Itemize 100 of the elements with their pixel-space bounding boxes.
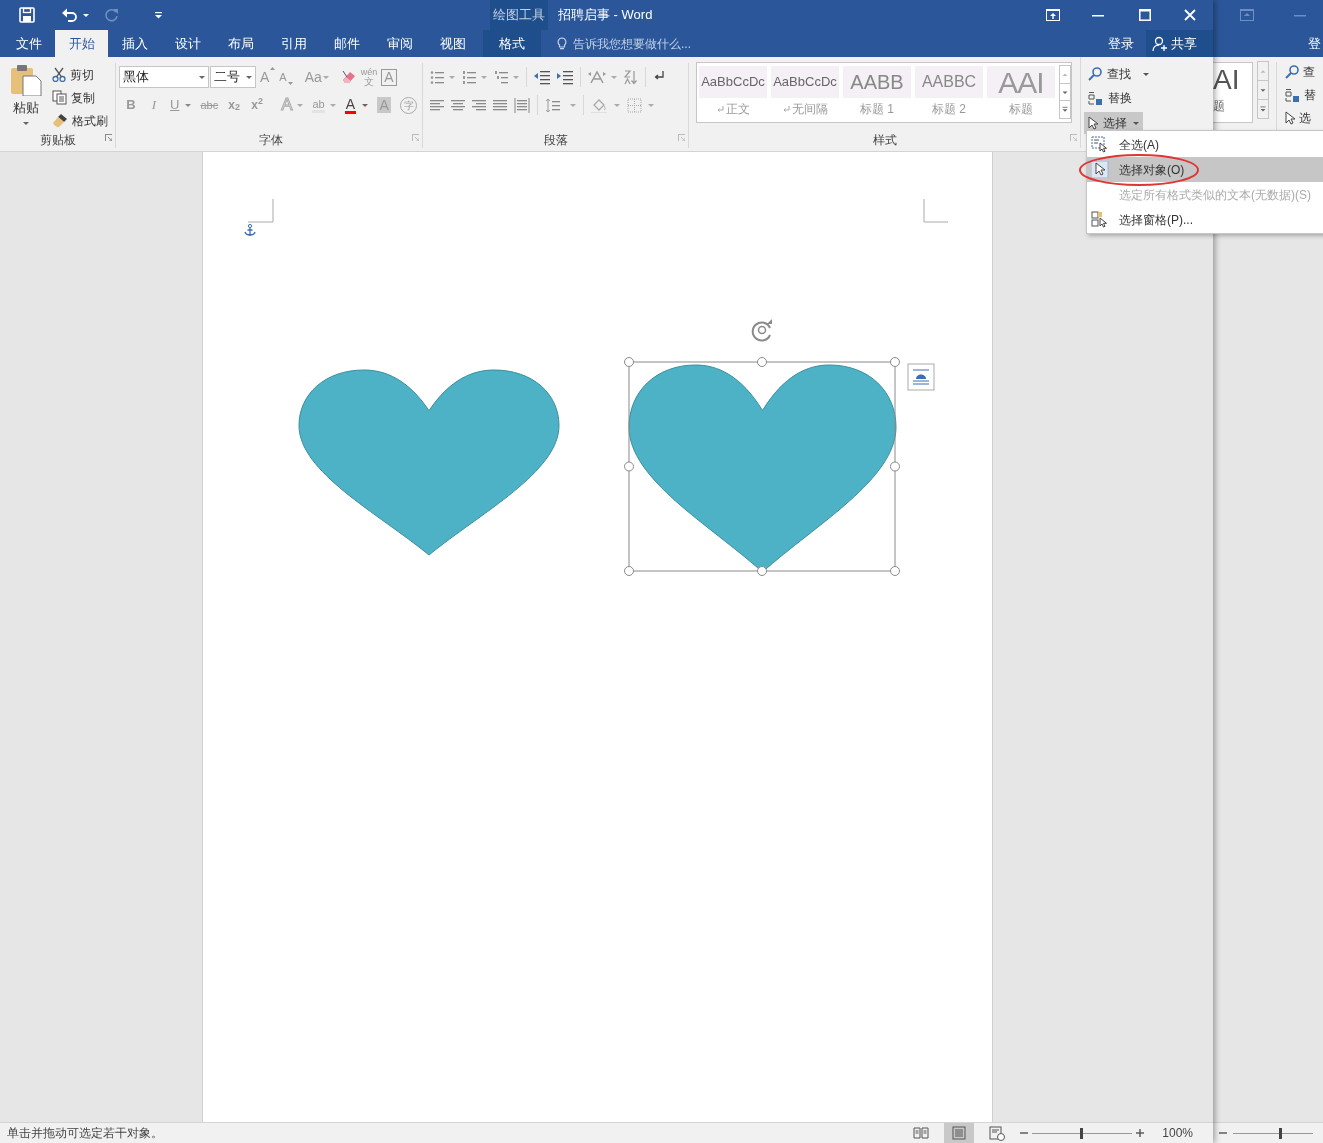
align-right-icon[interactable] <box>472 97 486 113</box>
numbering-icon[interactable] <box>462 69 476 85</box>
search-icon <box>1285 65 1299 79</box>
dialog-launcher-icon[interactable] <box>412 134 419 142</box>
ribbon-tab[interactable]: 格式 <box>483 30 541 57</box>
share-button[interactable]: 共享 <box>1146 30 1213 57</box>
ribbon-tab[interactable]: 视图 <box>426 30 479 57</box>
scissors-icon <box>52 67 66 82</box>
style-name: 正文 <box>716 100 750 118</box>
scroll-down-icon[interactable] <box>1059 82 1071 102</box>
caret-up-icon <box>270 66 276 70</box>
layout-options-icon[interactable] <box>907 363 935 391</box>
increase-indent-icon[interactable] <box>557 69 573 85</box>
font-size-field[interactable]: 二号 <box>210 66 256 88</box>
scroll-up-icon[interactable] <box>1059 65 1071 84</box>
lightbulb-icon <box>557 36 567 51</box>
find-button[interactable]: 查找 <box>1084 63 1153 85</box>
paintbrush-icon <box>52 113 68 128</box>
menu-item[interactable]: 全选(A) <box>1087 132 1323 157</box>
gallery-more-icon[interactable] <box>1059 100 1071 119</box>
multilevel-list-icon[interactable] <box>494 69 508 85</box>
bullets-icon[interactable] <box>430 69 444 85</box>
shading-icon[interactable] <box>591 97 609 113</box>
slider-thumb[interactable] <box>1080 1127 1084 1139</box>
command-label: 选 <box>1299 110 1311 127</box>
select-all-icon <box>1091 136 1109 153</box>
customize-icon[interactable] <box>155 11 162 19</box>
anchor-icon <box>244 223 256 237</box>
window-title: 招聘启事 - Word <box>558 6 653 25</box>
ribbon-options-icon[interactable] <box>1046 9 1060 21</box>
tell-me-field[interactable]: 告诉我您想要做什么... <box>571 33 741 54</box>
font-color-button[interactable]: A <box>344 96 369 114</box>
decrease-indent-icon[interactable] <box>534 69 550 85</box>
maximize-icon[interactable] <box>1139 9 1151 21</box>
format-painter-button[interactable]: 格式刷 <box>50 109 110 132</box>
scroll-down-icon <box>1257 80 1269 100</box>
ribbon-tab[interactable]: 引用 <box>267 30 320 57</box>
ribbon-tab[interactable]: 审阅 <box>373 30 426 57</box>
redo-icon[interactable] <box>105 8 119 22</box>
group-label: 剪贴板 <box>38 132 77 148</box>
search-icon <box>1088 67 1102 81</box>
dialog-launcher-icon[interactable] <box>105 134 112 142</box>
ribbon-options-icon <box>1240 9 1254 21</box>
ribbon-tab[interactable]: 插入 <box>108 30 161 57</box>
corner-mark <box>923 198 949 223</box>
caret-down-icon <box>287 82 293 86</box>
gallery-more-icon <box>1257 99 1269 119</box>
style-name: 题 <box>1213 98 1225 115</box>
ribbon-tab[interactable]: 文件 <box>2 30 55 57</box>
style-name: 无间隔 <box>782 100 828 118</box>
command-label: 查 <box>1303 64 1315 81</box>
sort-icon[interactable] <box>624 69 638 85</box>
group-label: 样式 <box>871 132 898 148</box>
borders-icon[interactable] <box>627 97 643 113</box>
ribbon-tab[interactable]: 设计 <box>161 30 214 57</box>
ribbon-tab[interactable]: 开始 <box>55 30 108 57</box>
eraser-icon[interactable] <box>340 69 357 85</box>
dialog-launcher-icon[interactable] <box>678 134 685 142</box>
copy-icon <box>52 90 67 105</box>
copy-button[interactable]: 复制 <box>50 86 110 109</box>
menu-item[interactable]: 选择对象(O) <box>1087 157 1323 182</box>
view-button[interactable] <box>944 1123 975 1143</box>
distributed-icon[interactable] <box>514 97 530 113</box>
heart-shape[interactable] <box>298 369 560 556</box>
caret-icon <box>199 75 205 79</box>
save-icon[interactable] <box>19 7 35 23</box>
sign-in-link[interactable]: 登录 <box>1108 30 1134 57</box>
replace-button[interactable]: 替换 <box>1084 87 1136 109</box>
ribbon-tab[interactable]: 布局 <box>214 30 267 57</box>
close-icon[interactable] <box>1184 9 1196 21</box>
cut-button[interactable]: 剪切 <box>50 63 110 86</box>
zoom-out-icon[interactable] <box>1020 1129 1029 1137</box>
paste-button[interactable]: 粘贴 <box>8 64 44 132</box>
align-left-icon[interactable] <box>430 97 444 113</box>
zoom-level[interactable]: 100% <box>1162 1124 1193 1142</box>
caret-icon <box>246 75 252 79</box>
replace-icon <box>1285 87 1300 103</box>
zoom-in-icon[interactable] <box>1136 1129 1145 1137</box>
caret-icon[interactable] <box>83 13 89 17</box>
rotate-handle-icon[interactable] <box>751 319 772 342</box>
caret-icon <box>329 103 336 107</box>
dialog-launcher-icon[interactable] <box>1070 134 1077 142</box>
ribbon-tab[interactable]: 邮件 <box>320 30 373 57</box>
group-label: 字体 <box>257 132 284 148</box>
zoom-slider[interactable] <box>1032 1128 1133 1138</box>
undo-icon[interactable] <box>62 8 78 22</box>
menu-item[interactable]: 选择窗格(P)... <box>1087 207 1323 232</box>
clipboard-icon <box>10 64 42 96</box>
style-name: 标题 1 <box>860 101 894 118</box>
justify-icon[interactable] <box>493 97 507 113</box>
font-name-field[interactable]: 黑体 <box>119 66 209 88</box>
text-direction-icon[interactable] <box>588 69 606 85</box>
align-center-icon[interactable] <box>451 97 465 113</box>
person-add-icon <box>1152 35 1168 52</box>
scroll-up-icon <box>1257 61 1269 81</box>
caret-icon <box>185 104 192 108</box>
status-message: 单击并拖动可选定若干对象。 <box>7 1125 163 1142</box>
print-layout-icon <box>950 1125 969 1141</box>
select-button[interactable]: 选择 <box>1084 111 1143 134</box>
zoom-out-icon <box>1219 1129 1227 1137</box>
